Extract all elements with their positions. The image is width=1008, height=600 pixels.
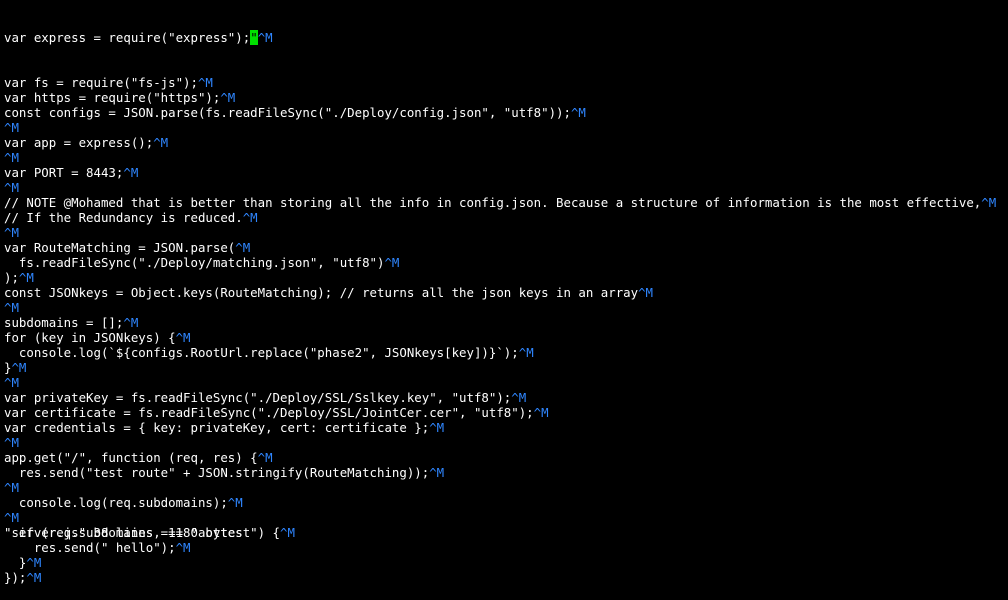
code-text: var privateKey = fs.readFileSync("./Depl… [4,390,512,405]
code-line-21: }^M [4,360,1008,375]
code-line-8: var PORT = 8443;^M [4,165,1008,180]
carriage-return-marker: ^M [257,450,273,465]
carriage-return-marker: ^M [4,180,19,195]
code-lines: var fs = require("fs-js");^M var https = … [4,75,1008,585]
text-cursor: " [250,30,258,45]
code-line-29: ^M [4,480,1008,495]
carriage-return-marker: ^M [242,210,258,225]
code-line-31: ^M [4,510,1008,525]
code-text: res.send("test route" + JSON.stringify(R… [4,465,430,480]
code-line-23: var privateKey = fs.readFileSync("./Depl… [4,390,1008,405]
code-line-35: });^M [4,570,1008,585]
carriage-return-marker: ^M [227,495,243,510]
carriage-return-marker: ^M [257,30,273,45]
carriage-return-marker: ^M [518,345,534,360]
code-text: var app = express(); [4,135,154,150]
code-text: fs.readFileSync("./Deploy/matching.json"… [4,255,385,270]
code-line-18: subdomains = [];^M [4,315,1008,330]
code-line-1: var express = require("express");"^M [4,30,1008,45]
code-text: var fs = require("fs-js"); [4,75,198,90]
carriage-return-marker: ^M [11,360,27,375]
carriage-return-marker: ^M [511,390,527,405]
carriage-return-marker: ^M [570,105,586,120]
carriage-return-marker: ^M [4,150,19,165]
carriage-return-marker: ^M [175,540,191,555]
code-line-6: var app = express();^M [4,135,1008,150]
carriage-return-marker: ^M [26,555,42,570]
carriage-return-marker: ^M [429,420,445,435]
code-text: subdomains = []; [4,315,124,330]
code-text: console.log(`${configs.RootUrl.replace("… [4,345,519,360]
code-line-4: const configs = JSON.parse(fs.readFileSy… [4,105,1008,120]
code-line-9: ^M [4,180,1008,195]
code-line-12: ^M [4,225,1008,240]
code-text: var https = require("https"); [4,90,221,105]
code-text: const configs = JSON.parse(fs.readFileSy… [4,105,571,120]
code-line-28: res.send("test route" + JSON.stringify(R… [4,465,1008,480]
code-line-5: ^M [4,120,1008,135]
vim-editor-buffer[interactable]: var express = require("express");"^M var… [4,0,1008,585]
carriage-return-marker: ^M [4,435,19,450]
code-text: console.log(req.subdomains); [4,495,228,510]
code-line-20: console.log(`${configs.RootUrl.replace("… [4,345,1008,360]
code-line-7: ^M [4,150,1008,165]
carriage-return-marker: ^M [533,405,549,420]
code-line-34: }^M [4,555,1008,570]
carriage-return-marker: ^M [4,480,19,495]
code-line-11: // If the Redundancy is reduced.^M [4,210,1008,225]
code-line-3: var https = require("https");^M [4,90,1008,105]
code-line-13: var RouteMatching = JSON.parse(^M [4,240,1008,255]
carriage-return-marker: ^M [4,510,19,525]
carriage-return-marker: ^M [4,120,19,135]
carriage-return-marker: ^M [197,75,213,90]
carriage-return-marker: ^M [26,570,42,585]
code-line-30: console.log(req.subdomains);^M [4,495,1008,510]
code-line-25: var credentials = { key: privateKey, cer… [4,420,1008,435]
code-text: app.get("/", function (req, res) { [4,450,258,465]
carriage-return-marker: ^M [153,135,169,150]
code-line-22: ^M [4,375,1008,390]
code-text: res.send(" hello"); [4,540,176,555]
carriage-return-marker: ^M [220,90,236,105]
code-line-19: for (key in JSONkeys) {^M [4,330,1008,345]
code-text: // If the Redundancy is reduced. [4,210,243,225]
code-text: var express = require("express"); [4,30,251,45]
code-line-2: var fs = require("fs-js");^M [4,75,1008,90]
carriage-return-marker: ^M [123,165,139,180]
carriage-return-marker: ^M [4,375,19,390]
code-text: var PORT = 8443; [4,165,124,180]
code-text: for (key in JSONkeys) { [4,330,176,345]
carriage-return-marker: ^M [384,255,400,270]
code-text: ); [4,270,19,285]
status-bar: "server.js" 38 lines, 1180 bytes [4,525,243,540]
code-line-33: res.send(" hello");^M [4,540,1008,555]
code-line-15: );^M [4,270,1008,285]
code-text: const JSONkeys = Object.keys(RouteMatchi… [4,285,639,300]
carriage-return-marker: ^M [18,270,34,285]
carriage-return-marker: ^M [4,225,19,240]
code-text: var RouteMatching = JSON.parse( [4,240,236,255]
carriage-return-marker: ^M [123,315,139,330]
carriage-return-marker: ^M [280,525,295,540]
code-line-14: fs.readFileSync("./Deploy/matching.json"… [4,255,1008,270]
code-text: var credentials = { key: privateKey, cer… [4,420,430,435]
carriage-return-marker: ^M [175,330,191,345]
code-line-16: const JSONkeys = Object.keys(RouteMatchi… [4,285,1008,300]
code-text: var certificate = fs.readFileSync("./Dep… [4,405,534,420]
code-line-27: app.get("/", function (req, res) {^M [4,450,1008,465]
code-line-10: // NOTE @Mohamed that is better than sto… [4,195,1008,210]
code-text: } [4,555,27,570]
carriage-return-marker: ^M [4,300,19,315]
code-text: }); [4,570,27,585]
carriage-return-marker: ^M [429,465,445,480]
carriage-return-marker: ^M [981,195,997,210]
code-line-24: var certificate = fs.readFileSync("./Dep… [4,405,1008,420]
code-line-26: ^M [4,435,1008,450]
code-line-17: ^M [4,300,1008,315]
carriage-return-marker: ^M [235,240,251,255]
code-text: // NOTE @Mohamed that is better than sto… [4,195,982,210]
carriage-return-marker: ^M [638,285,654,300]
